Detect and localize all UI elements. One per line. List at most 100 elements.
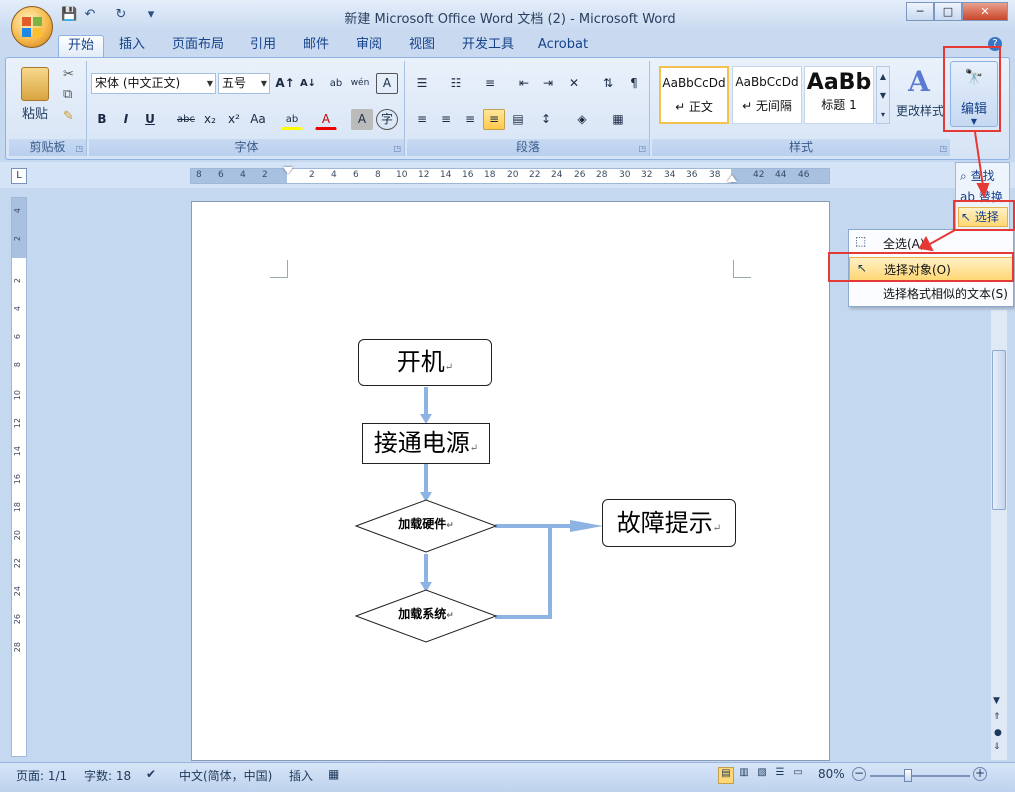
first-indent-marker-icon[interactable]: [283, 167, 293, 174]
macro-icon[interactable]: ▦: [328, 767, 339, 781]
justify-icon[interactable]: ≡: [483, 109, 505, 130]
horizontal-ruler[interactable]: 8 6 4 2 2 4 6 8 10 12 14 16 18 20 22 24 …: [190, 167, 830, 184]
distributed-icon[interactable]: ▤: [507, 109, 529, 130]
font-size-combo[interactable]: 五号 ▼: [218, 73, 270, 94]
show-marks-icon[interactable]: ¶: [623, 73, 645, 94]
style-no-spacing[interactable]: AaBbCcDd ↵ 无间隔: [732, 66, 802, 124]
enclose-char-button[interactable]: 字: [376, 109, 398, 130]
status-language[interactable]: 中文(简体，中国): [179, 767, 272, 784]
styles-scroll[interactable]: ▲ ▼ ▾: [876, 66, 890, 124]
style-heading-1[interactable]: AaBb 标题 1: [804, 66, 874, 124]
change-styles-icon[interactable]: A: [900, 65, 938, 98]
styles-launcher-icon[interactable]: ◳: [939, 144, 947, 153]
close-button[interactable]: ✕: [962, 2, 1008, 21]
increase-indent-icon[interactable]: ⇥: [537, 73, 559, 94]
outline-icon[interactable]: ☰: [772, 767, 788, 784]
italic-button[interactable]: I: [115, 109, 137, 130]
bold-button[interactable]: B: [91, 109, 113, 130]
status-page[interactable]: 页面: 1/1: [16, 767, 67, 784]
char-border-button[interactable]: A: [376, 73, 398, 94]
clear-format-button[interactable]: ab: [325, 73, 347, 94]
flow-start-box[interactable]: 开机↵: [358, 339, 492, 386]
font-name-combo[interactable]: 宋体 (中文正文) ▼: [91, 73, 216, 94]
flow-sys-text[interactable]: 加载系统↵: [386, 605, 466, 622]
align-right-icon[interactable]: ≡: [459, 109, 481, 130]
tab-insert[interactable]: 插入: [112, 35, 152, 57]
minimize-button[interactable]: ─: [906, 2, 934, 21]
scroll-thumb[interactable]: [992, 350, 1006, 510]
prev-page-icon[interactable]: ⇑: [993, 712, 1001, 722]
menu-select-similar[interactable]: 选择格式相似的文本(S): [849, 282, 1013, 306]
tab-mailings[interactable]: 邮件: [296, 35, 336, 57]
status-mode[interactable]: 插入: [289, 767, 313, 784]
next-page-icon[interactable]: ⇓: [993, 742, 1001, 752]
office-button[interactable]: [11, 6, 53, 48]
char-shading-button[interactable]: A: [351, 109, 373, 130]
strikethrough-button[interactable]: abc: [175, 109, 197, 130]
tab-view[interactable]: 视图: [402, 35, 442, 57]
chinese-layout-icon[interactable]: ✕: [563, 73, 585, 94]
align-center-icon[interactable]: ≡: [435, 109, 457, 130]
zoom-slider[interactable]: [870, 775, 970, 777]
font-launcher-icon[interactable]: ◳: [393, 144, 401, 153]
paste-icon[interactable]: [21, 67, 49, 101]
flow-power-box[interactable]: 接通电源↵: [362, 423, 490, 464]
paragraph-launcher-icon[interactable]: ◳: [638, 144, 646, 153]
proofing-icon[interactable]: ✔: [146, 767, 156, 781]
tab-references[interactable]: 引用: [243, 35, 283, 57]
tab-selector-icon[interactable]: L: [11, 168, 27, 184]
vertical-scrollbar[interactable]: ▼ ⇑ ● ⇓: [991, 310, 1007, 760]
paste-button[interactable]: 粘贴: [17, 103, 53, 122]
grow-font-button[interactable]: A↑: [274, 73, 296, 94]
sort-icon[interactable]: ⇅: [597, 73, 619, 94]
font-color-button[interactable]: A: [315, 109, 337, 130]
zoom-in-icon[interactable]: +: [973, 767, 987, 781]
reading-layout-icon[interactable]: ▥: [736, 767, 752, 784]
browse-object-icon[interactable]: ●: [994, 728, 1002, 738]
change-styles-button[interactable]: 更改样式: [892, 102, 948, 119]
phonetic-guide-button[interactable]: wén: [349, 73, 371, 94]
shading-icon[interactable]: ◈: [571, 109, 593, 130]
save-icon[interactable]: 💾: [61, 7, 77, 23]
format-painter-icon[interactable]: ✎: [63, 109, 74, 124]
bullets-icon[interactable]: ☰: [411, 73, 433, 94]
cut-icon[interactable]: ✂: [63, 67, 74, 82]
shrink-font-button[interactable]: A↓: [297, 73, 319, 94]
right-indent-marker-icon[interactable]: [727, 175, 737, 182]
numbering-icon[interactable]: ☷: [445, 73, 467, 94]
copy-icon[interactable]: ⧉: [63, 87, 72, 102]
scroll-down-icon[interactable]: ▼: [993, 696, 1000, 706]
multilevel-list-icon[interactable]: ≡: [479, 73, 501, 94]
document-page[interactable]: 开机↵ 接通电源↵ 加载硬件↵ 加载系统↵ 故障提示↵: [191, 201, 830, 761]
vertical-ruler[interactable]: 4 2 2 4 6 8 10 12 14 16 18 20 22 24 26 2…: [11, 197, 27, 757]
zoom-thumb[interactable]: [904, 769, 912, 782]
decrease-indent-icon[interactable]: ⇤: [513, 73, 535, 94]
tab-page-layout[interactable]: 页面布局: [166, 35, 230, 57]
undo-icon[interactable]: ↶: [82, 7, 98, 23]
flow-hw-text[interactable]: 加载硬件↵: [386, 515, 466, 532]
maximize-button[interactable]: □: [934, 2, 962, 21]
highlight-button[interactable]: ab: [281, 109, 303, 130]
zoom-level[interactable]: 80%: [818, 767, 845, 781]
line-spacing-icon[interactable]: ↕: [535, 109, 557, 130]
underline-button[interactable]: U: [139, 109, 161, 130]
customize-qat-icon[interactable]: ▾: [143, 7, 159, 23]
style-normal[interactable]: AaBbCcDd ↵ 正文: [659, 66, 729, 124]
redo-icon[interactable]: ↻: [113, 7, 129, 23]
tab-acrobat[interactable]: Acrobat: [532, 35, 594, 57]
tab-home[interactable]: 开始: [58, 35, 104, 57]
status-words[interactable]: 字数: 18: [84, 767, 131, 784]
web-layout-icon[interactable]: ▧: [754, 767, 770, 784]
superscript-button[interactable]: x²: [223, 109, 245, 130]
tab-review[interactable]: 审阅: [349, 35, 389, 57]
print-layout-icon[interactable]: ▤: [718, 767, 734, 784]
align-left-icon[interactable]: ≡: [411, 109, 433, 130]
draft-icon[interactable]: ▭: [790, 767, 806, 784]
borders-icon[interactable]: ▦: [607, 109, 629, 130]
clipboard-launcher-icon[interactable]: ◳: [75, 144, 83, 153]
subscript-button[interactable]: x₂: [199, 109, 221, 130]
tab-developer[interactable]: 开发工具: [456, 35, 520, 57]
find-item[interactable]: ⌕ 查找: [960, 167, 995, 184]
change-case-button[interactable]: Aa: [247, 109, 269, 130]
flow-fault-box[interactable]: 故障提示↵: [602, 499, 736, 547]
